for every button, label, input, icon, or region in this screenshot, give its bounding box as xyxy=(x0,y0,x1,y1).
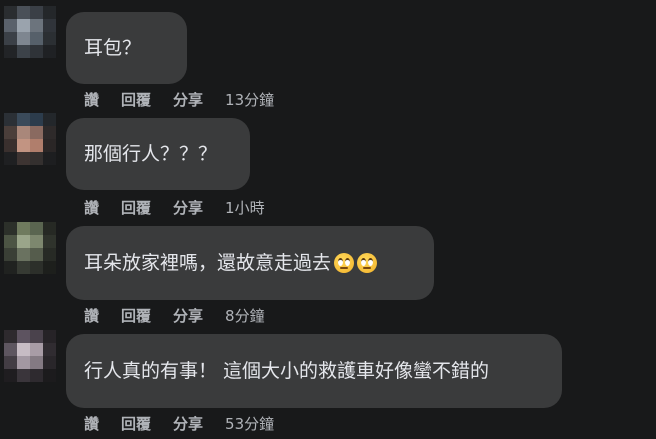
share-button[interactable]: 分享 xyxy=(173,197,203,218)
comment-text: 行人真的有事！ 這個大小的救護車好像蠻不錯的 xyxy=(84,360,490,382)
comment-actions: 讚 回覆 分享 8分鐘 xyxy=(84,304,265,326)
reply-button[interactable]: 回覆 xyxy=(121,413,151,434)
comment-actions: 讚 回覆 分享 53分鐘 xyxy=(84,412,274,434)
avatar[interactable] xyxy=(4,6,56,58)
share-button[interactable]: 分享 xyxy=(173,413,203,434)
like-button[interactable]: 讚 xyxy=(84,413,99,434)
comment-text: 耳朵放家裡嗎，還故意走過去 xyxy=(84,252,332,274)
face-with-rolling-eyes-icon xyxy=(334,253,355,273)
comment-bubble: 耳朵放家裡嗎，還故意走過去 xyxy=(66,226,434,300)
timestamp[interactable]: 53分鐘 xyxy=(225,413,274,434)
share-button[interactable]: 分享 xyxy=(173,89,203,110)
face-with-rolling-eyes-icon xyxy=(357,253,378,273)
comment-actions: 讚 回覆 分享 1小時 xyxy=(84,196,265,218)
timestamp[interactable]: 1小時 xyxy=(225,197,265,218)
avatar[interactable] xyxy=(4,330,56,382)
share-button[interactable]: 分享 xyxy=(173,305,203,326)
like-button[interactable]: 讚 xyxy=(84,305,99,326)
comment-bubble: 行人真的有事！ 這個大小的救護車好像蠻不錯的 xyxy=(66,334,562,408)
reply-button[interactable]: 回覆 xyxy=(121,305,151,326)
like-button[interactable]: 讚 xyxy=(84,89,99,110)
timestamp[interactable]: 8分鐘 xyxy=(225,305,265,326)
avatar[interactable] xyxy=(4,113,56,165)
comment-bubble: 那個行人？？？ xyxy=(66,118,250,190)
reply-button[interactable]: 回覆 xyxy=(121,197,151,218)
comment-text: 耳包？ xyxy=(84,37,142,59)
comment-actions: 讚 回覆 分享 13分鐘 xyxy=(84,88,274,110)
avatar[interactable] xyxy=(4,222,56,274)
timestamp[interactable]: 13分鐘 xyxy=(225,89,274,110)
like-button[interactable]: 讚 xyxy=(84,197,99,218)
comment-bubble: 耳包？ xyxy=(66,12,187,84)
comment-text: 那個行人？？？ xyxy=(84,143,218,165)
reply-button[interactable]: 回覆 xyxy=(121,89,151,110)
